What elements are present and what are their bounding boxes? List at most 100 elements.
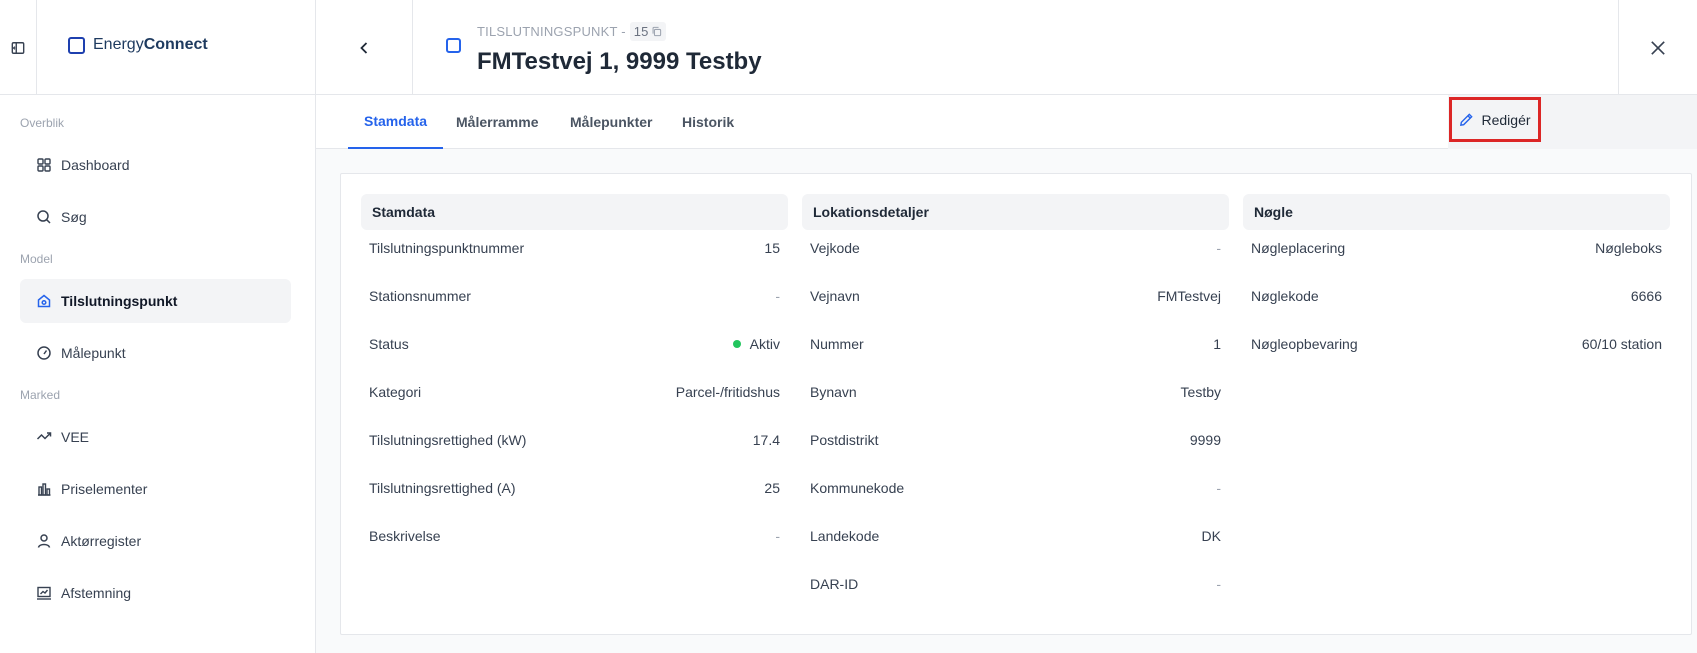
sidebar-toggle-icon [11,41,25,54]
lokation-section: Lokationsdetaljer Vejkode - Vejnavn FMTe… [802,194,1229,614]
sidebar-item-label: Aktørregister [61,533,142,549]
status-badge: Aktiv [732,336,780,352]
row-value: - [1216,240,1221,256]
bar-chart-icon [38,483,51,496]
row-label: Kommunekode [810,480,905,496]
row-label: Bynavn [810,384,857,400]
tab-maalepunkter[interactable]: Målepunkter [570,95,652,149]
row-label: Nummer [810,336,864,352]
brand-name: EnergyConnect [93,36,208,53]
detail-row: Kommunekode - [802,470,1229,518]
tab-historik[interactable]: Historik [682,95,734,149]
sidebar-item-afstemning[interactable]: Afstemning [20,571,291,615]
page-title: FMTestvej 1, 9999 Testby [477,48,762,75]
home-icon [37,294,51,308]
copy-icon [652,26,661,37]
sidebar-item-priselementer[interactable]: Priselementer [20,467,291,511]
close-button[interactable] [1618,0,1697,95]
close-icon [1651,40,1665,55]
stamdata-section: Stamdata Tilslutningspunktnummer 15 Stat… [361,194,788,566]
row-value: - [1216,480,1221,496]
user-icon [37,534,51,548]
logo-icon [68,36,85,54]
sidebar-item-dashboard[interactable]: Dashboard [20,143,291,187]
detail-row: Nøgleopbevaring 60/10 station [1243,326,1670,374]
section-title: Nøgle [1243,194,1670,230]
entity-id: 15 [633,24,649,39]
row-label: Tilslutningsrettighed (A) [369,480,516,496]
row-value: 17.4 [752,432,780,448]
row-value: DK [1201,528,1221,544]
row-label: Landekode [810,528,880,544]
page-header: TILSLUTNINGSPUNKT - 15 FMTestvej 1, 9999… [316,0,1697,95]
tabs-bar: Stamdata Målerramme Målepunkter Historik… [316,95,1697,149]
row-label: DAR-ID [810,576,859,592]
row-value: FMTestvej [1157,288,1221,304]
row-value: - [1216,576,1221,592]
section-title: Stamdata [361,194,788,230]
search-icon [37,210,51,224]
detail-row: Vejkode - [802,230,1229,278]
select-checkbox[interactable] [446,38,461,53]
sidebar-item-label: Søg [61,209,87,225]
sidebar-item-label: Målepunkt [61,345,126,361]
details-card: Stamdata Tilslutningspunktnummer 15 Stat… [340,173,1692,635]
detail-row: Landekode DK [802,518,1229,566]
collapse-sidebar-button[interactable] [0,0,37,95]
row-label: Stationsnummer [369,288,471,304]
brand-logo[interactable]: EnergyConnect [68,36,208,54]
row-value: 6666 [1630,288,1662,304]
back-button[interactable] [316,0,413,95]
main-content: Stamdata Tilslutningspunktnummer 15 Stat… [316,149,1697,653]
row-value: Parcel-/fritidshus [675,384,780,400]
row-value: 60/10 station [1581,336,1662,352]
pencil-icon [1460,113,1474,126]
row-label: Postdistrikt [810,432,879,448]
detail-row: Status Aktiv [361,326,788,374]
noegle-section: Nøgle Nøgleplacering Nøgleboks Nøglekode… [1243,194,1670,374]
sidebar-item-aktoerregister[interactable]: Aktørregister [20,519,291,563]
tab-stamdata[interactable]: Stamdata [348,95,444,149]
sidebar-item-label: Dashboard [61,157,130,173]
entity-type-label: TILSLUTNINGSPUNKT - [477,24,626,39]
detail-row: Tilslutningsrettighed (A) 25 [361,470,788,518]
row-label: Nøgleplacering [1251,240,1346,256]
sidebar-header: EnergyConnect [0,0,315,95]
status-dot-icon [732,340,741,349]
detail-row: DAR-ID - [802,566,1229,614]
row-value: 1 [1213,336,1221,352]
detail-row: Tilslutningsrettighed (kW) 17.4 [361,422,788,470]
sidebar: EnergyConnect Overblik Dashboard Søg Mod… [0,0,316,653]
row-label: Tilslutningspunktnummer [369,240,525,256]
sidebar-item-search[interactable]: Søg [20,195,291,239]
detail-row: Nøgleplacering Nøgleboks [1243,230,1670,278]
detail-row: Tilslutningspunktnummer 15 [361,230,788,278]
id-chip[interactable]: 15 [629,22,666,41]
tab-maalerramme[interactable]: Målerramme [456,95,539,149]
row-value: 15 [764,240,780,256]
row-value: - [775,288,780,304]
row-label: Beskrivelse [369,528,441,544]
row-value: Nøgleboks [1595,240,1662,256]
detail-row: Nøglekode 6666 [1243,278,1670,326]
row-label: Vejkode [810,240,860,256]
row-label: Vejnavn [810,288,860,304]
edit-button[interactable]: Redigér [1449,97,1541,142]
row-label: Kategori [369,384,422,400]
detail-row: Postdistrikt 9999 [802,422,1229,470]
status-text: Aktiv [749,336,780,352]
row-label: Nøgleopbevaring [1251,336,1358,352]
detail-row: Beskrivelse - [361,518,788,566]
sidebar-item-vee[interactable]: VEE [20,415,291,459]
sidebar-item-label: VEE [61,429,90,445]
sidebar-item-maalepunkt[interactable]: Målepunkt [20,331,291,375]
row-label: Nøglekode [1251,288,1319,304]
presentation-icon [37,586,51,600]
sidebar-item-tilslutningspunkt[interactable]: Tilslutningspunkt [20,279,291,323]
section-title: Lokationsdetaljer [802,194,1229,230]
row-value: 9999 [1189,432,1221,448]
row-label: Status [369,336,409,352]
gauge-icon [37,346,51,360]
row-value: 25 [764,480,780,496]
detail-row: Kategori Parcel-/fritidshus [361,374,788,422]
